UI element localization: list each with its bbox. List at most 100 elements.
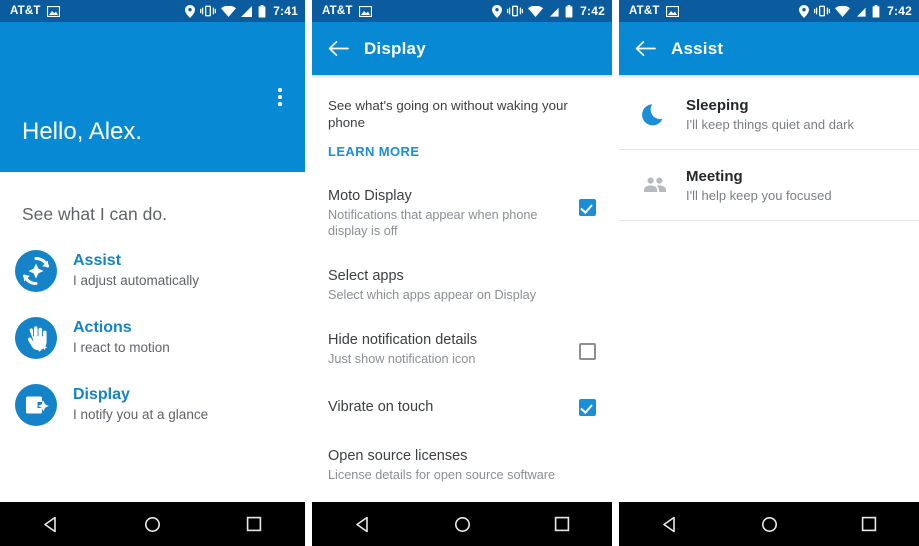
setting-row-open-source-licenses[interactable]: Open source licenses License details for… xyxy=(312,416,612,483)
setting-text: Select apps Select which apps appear on … xyxy=(328,267,596,303)
wifi-icon xyxy=(221,5,237,17)
greeting-text: Hello, Alex. xyxy=(22,118,143,145)
assist-mode-title: Sleeping xyxy=(686,96,749,114)
checkbox-hide-notification-details[interactable] xyxy=(579,343,596,360)
panel-gap-1 xyxy=(305,0,312,546)
status-bar-left: AT&T xyxy=(629,5,679,17)
navigation-bar-2 xyxy=(312,502,612,546)
back-triangle-icon[interactable] xyxy=(335,502,389,546)
navigation-bar-3 xyxy=(619,502,919,546)
setting-row-select-apps[interactable]: Select apps Select which apps appear on … xyxy=(312,239,612,303)
overflow-menu-icon[interactable] xyxy=(269,84,291,110)
battery-icon xyxy=(872,4,880,18)
assist-mode-text: Meeting I'll help keep you focused xyxy=(673,168,832,203)
status-bar-left: AT&T xyxy=(322,5,372,17)
capability-item-actions[interactable]: Actions I react to motion xyxy=(0,316,305,383)
home-circle-icon[interactable] xyxy=(742,502,796,546)
capability-title: Display xyxy=(73,386,130,403)
clock-label: 7:42 xyxy=(580,4,605,18)
vibrate-icon xyxy=(200,5,217,17)
capability-text: Assist I adjust automatically xyxy=(58,249,199,288)
phone-screen-moto: AT&T 7:41 Hello, Alex. See what I can do… xyxy=(0,0,305,546)
phone-screen-display: AT&T 7:42 Display See what's going on wi… xyxy=(312,0,612,546)
assist-mode-meeting[interactable]: Meeting I'll help keep you focused xyxy=(619,150,919,220)
assist-refresh-sparkle-icon xyxy=(15,250,57,292)
capability-text: Display I notify you at a glance xyxy=(58,383,208,422)
status-bar-right: 7:42 xyxy=(492,4,605,18)
location-pin-icon xyxy=(492,4,503,18)
recents-square-icon[interactable] xyxy=(535,502,589,546)
setting-title: Moto Display xyxy=(328,188,412,204)
back-arrow-icon[interactable] xyxy=(619,40,671,57)
home-circle-icon[interactable] xyxy=(125,502,179,546)
clock-label: 7:41 xyxy=(273,4,298,18)
recents-square-icon[interactable] xyxy=(842,502,896,546)
capability-item-display[interactable]: Display I notify you at a glance xyxy=(0,383,305,450)
setting-title: Hide notification details xyxy=(328,332,478,348)
capability-title: Actions xyxy=(73,319,132,336)
setting-title: Select apps xyxy=(328,268,404,284)
back-triangle-icon[interactable] xyxy=(24,502,78,546)
setting-text: Moto Display Notifications that appear w… xyxy=(328,187,579,239)
display-settings-list: See what's going on without waking your … xyxy=(312,75,612,546)
status-bar-left: AT&T xyxy=(10,5,60,17)
carrier-label: AT&T xyxy=(322,5,353,17)
signal-icon xyxy=(857,7,866,17)
setting-row-hide-notification-details[interactable]: Hide notification details Just show noti… xyxy=(312,303,612,367)
image-icon xyxy=(665,5,679,17)
learn-more-link[interactable]: LEARN MORE xyxy=(328,144,419,159)
capability-subtitle: I notify you at a glance xyxy=(73,407,209,422)
list-divider xyxy=(619,220,919,221)
battery-icon xyxy=(258,4,266,18)
assist-mode-list: Sleeping I'll keep things quiet and dark… xyxy=(619,75,919,221)
setting-row-vibrate-on-touch[interactable]: Vibrate on touch xyxy=(312,367,612,416)
checkbox-vibrate-on-touch[interactable] xyxy=(579,399,596,416)
back-arrow-icon[interactable] xyxy=(312,40,364,57)
status-bar-3: AT&T 7:42 xyxy=(619,0,919,22)
setting-subtitle: License details for open source software xyxy=(328,468,556,482)
carrier-label: AT&T xyxy=(629,5,660,17)
vibrate-icon xyxy=(507,5,524,17)
recents-square-icon[interactable] xyxy=(227,502,281,546)
location-pin-icon xyxy=(185,4,196,18)
location-pin-icon xyxy=(799,4,810,18)
assist-mode-subtitle: I'll keep things quiet and dark xyxy=(686,116,854,132)
battery-icon xyxy=(565,4,573,18)
toolbar-assist: Assist xyxy=(619,22,919,75)
status-bar-1: AT&T 7:41 xyxy=(0,0,305,22)
capability-subtitle: I react to motion xyxy=(73,340,170,355)
setting-subtitle: Notifications that appear when phone dis… xyxy=(328,208,538,238)
people-icon xyxy=(637,167,673,203)
assist-mode-text: Sleeping I'll keep things quiet and dark xyxy=(673,97,854,132)
assist-mode-title: Meeting xyxy=(686,167,743,185)
status-bar-2: AT&T 7:42 xyxy=(312,0,612,22)
status-bar-right: 7:42 xyxy=(799,4,912,18)
moto-body: See what I can do. Assist I adjust autom… xyxy=(0,172,305,546)
capability-subtitle: I adjust automatically xyxy=(73,273,200,288)
status-bar-right: 7:41 xyxy=(185,4,298,18)
moon-icon xyxy=(637,96,673,132)
setting-text: Vibrate on touch xyxy=(328,398,579,416)
assist-mode-subtitle: I'll help keep you focused xyxy=(686,187,832,203)
vibrate-icon xyxy=(814,5,831,17)
actions-hand-sparkle-icon xyxy=(15,317,57,359)
intro-block: See what's going on without waking your … xyxy=(312,79,612,161)
setting-title: Vibrate on touch xyxy=(328,399,434,415)
carrier-label: AT&T xyxy=(10,5,41,17)
setting-subtitle: Just show notification icon xyxy=(328,352,476,366)
toolbar-display: Display xyxy=(312,22,612,75)
navigation-bar-1 xyxy=(0,502,305,546)
display-phone-sparkle-icon xyxy=(15,384,57,426)
clock-label: 7:42 xyxy=(887,4,912,18)
checkbox-moto-display[interactable] xyxy=(579,199,596,216)
moto-hero-header: Hello, Alex. xyxy=(0,22,305,172)
wifi-icon xyxy=(528,5,544,17)
capability-item-assist[interactable]: Assist I adjust automatically xyxy=(0,249,305,316)
assist-mode-sleeping[interactable]: Sleeping I'll keep things quiet and dark xyxy=(619,79,919,149)
back-triangle-icon[interactable] xyxy=(642,502,696,546)
home-circle-icon[interactable] xyxy=(435,502,489,546)
signal-icon xyxy=(550,7,559,17)
setting-row-moto-display[interactable]: Moto Display Notifications that appear w… xyxy=(312,161,612,239)
wifi-icon xyxy=(835,5,851,17)
image-icon xyxy=(358,5,372,17)
